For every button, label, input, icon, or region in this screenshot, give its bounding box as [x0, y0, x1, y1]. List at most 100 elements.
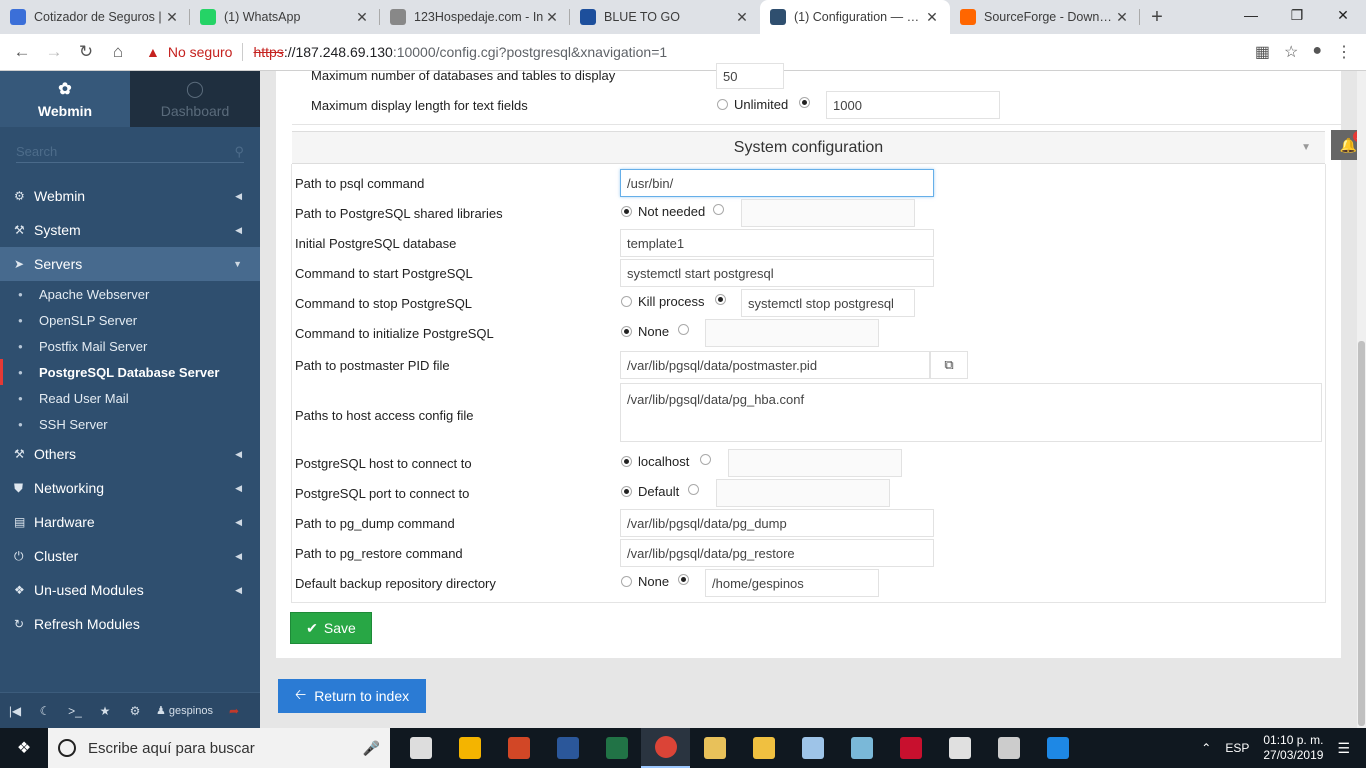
sidebar-item-webmin[interactable]: ⚙ Webmin ◀: [0, 179, 260, 213]
night-mode-icon[interactable]: ☾: [30, 704, 60, 718]
virtualbox-icon[interactable]: [788, 728, 837, 768]
visio-icon[interactable]: [886, 728, 935, 768]
task-view-icon[interactable]: [396, 728, 445, 768]
powerpoint-icon[interactable]: [494, 728, 543, 768]
translate-icon[interactable]: ▦: [1255, 42, 1270, 62]
action-center-icon[interactable]: ☰: [1337, 740, 1350, 757]
close-tab-icon[interactable]: ✕: [734, 9, 750, 26]
kill-process-radio[interactable]: Kill process: [621, 294, 704, 309]
close-tab-icon[interactable]: ✕: [924, 9, 940, 26]
favorites-star-icon[interactable]: ★: [90, 704, 120, 718]
init-command-custom-radio[interactable]: [678, 324, 695, 335]
excel-icon[interactable]: [592, 728, 641, 768]
host-input[interactable]: [728, 449, 902, 477]
scrollbar-thumb[interactable]: [1358, 341, 1365, 726]
home-icon[interactable]: ⌂: [102, 42, 134, 62]
psql-path-input[interactable]: /usr/bin/: [620, 169, 934, 197]
sidebar-item-servers[interactable]: ➤ Servers ▼: [0, 247, 260, 281]
word-icon[interactable]: [543, 728, 592, 768]
edge-icon[interactable]: [1033, 728, 1082, 768]
backup-dir-custom-radio[interactable]: [678, 574, 695, 585]
close-tab-icon[interactable]: ✕: [1114, 9, 1130, 26]
taskbar-search-box[interactable]: Escribe aquí para buscar 🎤: [48, 728, 390, 768]
store-icon[interactable]: [445, 728, 494, 768]
windows-start-icon[interactable]: ❖: [0, 738, 48, 758]
browser-tab[interactable]: (1) Configuration — We ✕: [760, 0, 950, 34]
sidebar-item-system[interactable]: ⚒ System ◀: [0, 213, 260, 247]
port-custom-radio[interactable]: [688, 484, 705, 495]
files-icon[interactable]: [690, 728, 739, 768]
webmin-tab[interactable]: ✿ Webmin: [0, 71, 130, 127]
microphone-icon[interactable]: 🎤: [363, 740, 380, 757]
close-tab-icon[interactable]: ✕: [164, 9, 180, 26]
server-icon[interactable]: [984, 728, 1033, 768]
system-configuration-header[interactable]: System configuration ▼: [292, 131, 1325, 164]
sidebar-subitem[interactable]: ● SSH Server: [0, 411, 260, 437]
app-icon[interactable]: [837, 728, 886, 768]
tray-chevron-icon[interactable]: ⌃: [1201, 741, 1211, 755]
browser-tab[interactable]: SourceForge - Downloa ✕: [950, 0, 1140, 34]
clock[interactable]: 01:10 p. m. 27/03/2019: [1263, 733, 1323, 763]
browser-tab[interactable]: Cotizador de Seguros | ✕: [0, 0, 190, 34]
user-menu[interactable]: ♟ gespinos: [150, 704, 219, 717]
shared-libs-input[interactable]: [741, 199, 915, 227]
explorer-icon[interactable]: [739, 728, 788, 768]
settings-cogs-icon[interactable]: ⚙: [120, 704, 150, 718]
init-none-radio[interactable]: None: [621, 324, 669, 339]
logout-icon[interactable]: ➦: [219, 704, 249, 718]
pg-restore-input[interactable]: /var/lib/pgsql/data/pg_restore: [620, 539, 934, 567]
max-display-length-input[interactable]: 1000: [826, 91, 1000, 119]
page-scrollbar[interactable]: [1357, 71, 1366, 728]
sidebar-item-refresh-modules[interactable]: ↻ Refresh Modules: [0, 607, 260, 641]
language-indicator[interactable]: ESP: [1225, 741, 1249, 755]
sidebar-subitem[interactable]: ● Postfix Mail Server: [0, 333, 260, 359]
unlimited-radio[interactable]: Unlimited: [717, 97, 788, 112]
sidebar-search-input[interactable]: Search ⚲: [16, 141, 244, 163]
init-command-input[interactable]: [705, 319, 879, 347]
sidebar-item-hardware[interactable]: ▤ Hardware ◀: [0, 505, 260, 539]
not-needed-radio[interactable]: Not needed: [621, 204, 705, 219]
browser-tab[interactable]: 123Hospedaje.com - In ✕: [380, 0, 570, 34]
terminal-icon[interactable]: >_: [60, 704, 90, 718]
url-field[interactable]: ▲ No seguro https ://187.248.69.130 :100…: [146, 43, 667, 61]
browser-tab[interactable]: (1) WhatsApp ✕: [190, 0, 380, 34]
restore-icon[interactable]: ❐: [1274, 0, 1320, 30]
port-default-radio[interactable]: Default: [621, 484, 679, 499]
stop-command-custom-radio[interactable]: [715, 294, 732, 305]
localhost-radio[interactable]: localhost: [621, 454, 689, 469]
file-chooser-button[interactable]: ⧉: [930, 351, 968, 379]
sidebar-item-cluster[interactable]: ⏻ Cluster ◀: [0, 539, 260, 573]
port-input[interactable]: [716, 479, 890, 507]
menu-dots-icon[interactable]: ⋮: [1336, 42, 1352, 62]
sidebar-item-un-used-modules[interactable]: ❖ Un-used Modules ◀: [0, 573, 260, 607]
reload-icon[interactable]: ↻: [70, 42, 102, 62]
shared-libs-path-radio[interactable]: [713, 204, 730, 215]
host-custom-radio[interactable]: [700, 454, 717, 465]
sidebar-item-others[interactable]: ⚒ Others ◀: [0, 437, 260, 471]
hba-file-textarea[interactable]: /var/lib/pgsql/data/pg_hba.conf: [620, 383, 1322, 442]
rdp-icon[interactable]: [935, 728, 984, 768]
profile-icon[interactable]: ●: [1312, 42, 1322, 62]
dashboard-tab[interactable]: ◯ Dashboard: [130, 71, 260, 127]
display-length-value-radio[interactable]: [799, 97, 816, 108]
sidebar-item-networking[interactable]: ⛊ Networking ◀: [0, 471, 260, 505]
save-button[interactable]: ✔ Save: [290, 612, 372, 644]
return-to-index-button[interactable]: 🡠 Return to index: [278, 679, 426, 713]
minimize-icon[interactable]: —: [1228, 0, 1274, 30]
chrome-icon[interactable]: [641, 728, 690, 768]
close-tab-icon[interactable]: ✕: [354, 9, 370, 26]
new-tab-button[interactable]: +: [1140, 0, 1174, 34]
pg-dump-input[interactable]: /var/lib/pgsql/data/pg_dump: [620, 509, 934, 537]
max-databases-input[interactable]: 50: [716, 63, 784, 89]
browser-tab[interactable]: BLUE TO GO ✕: [570, 0, 760, 34]
pid-file-input[interactable]: /var/lib/pgsql/data/postmaster.pid: [620, 351, 930, 379]
forward-icon[interactable]: →: [38, 42, 70, 62]
close-tab-icon[interactable]: ✕: [544, 9, 560, 26]
initial-db-input[interactable]: template1: [620, 229, 934, 257]
sidebar-subitem[interactable]: ● Read User Mail: [0, 385, 260, 411]
bookmark-star-icon[interactable]: ☆: [1284, 42, 1298, 62]
back-icon[interactable]: ←: [6, 42, 38, 62]
backup-dir-input[interactable]: /home/gespinos: [705, 569, 879, 597]
collapse-icon[interactable]: |◀: [0, 704, 30, 718]
sidebar-subitem[interactable]: ● PostgreSQL Database Server: [0, 359, 260, 385]
